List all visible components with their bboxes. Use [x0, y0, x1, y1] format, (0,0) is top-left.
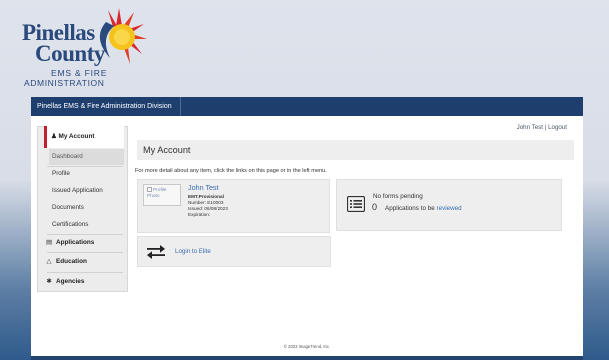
reviewed-link[interactable]: reviewed: [436, 205, 461, 212]
logo-text-ems-fire: EMS & FIRE: [51, 68, 108, 78]
pinellas-county-logo[interactable]: Pinellas County EMS & FIRE ADMINISTRATIO…: [22, 6, 162, 92]
sidebar-section-applications[interactable]: ▤ Applications: [44, 235, 124, 251]
login-to-elite-card[interactable]: Login to Elite: [137, 236, 331, 267]
gear-icon: ✱: [46, 278, 52, 285]
page-title: My Account: [137, 140, 574, 160]
logo-text-administration: ADMINISTRATION: [24, 78, 105, 88]
footer-copyright: © 2023 ImageTrend, Inc.: [283, 344, 331, 349]
main-panel: Pinellas EMS & Fire Administration Divis…: [31, 97, 583, 356]
sidebar-divider: [47, 252, 123, 253]
division-title[interactable]: Pinellas EMS & Fire Administration Divis…: [31, 97, 181, 116]
forms-card: No forms pending 0 Applications to be re…: [336, 179, 562, 231]
applications-review-text: Applications to be reviewed: [385, 205, 462, 212]
left-menu: ♟ My Account Dashboard Profile Issued Ap…: [37, 126, 128, 292]
forms-status: No forms pending: [373, 193, 423, 200]
sidebar-section-education[interactable]: △ Education: [44, 254, 124, 270]
sidebar-item-documents[interactable]: Documents: [49, 200, 124, 216]
applications-review-prefix: Applications to be: [385, 205, 435, 212]
sidebar-section-label: Agencies: [56, 278, 85, 285]
list-icon: [347, 196, 365, 212]
file-icon: ▤: [45, 239, 53, 246]
sidebar-section-label: Applications: [56, 239, 95, 246]
sidebar-header-label: My Account: [58, 133, 95, 140]
user-icon: ♟: [51, 133, 57, 140]
top-nav-bar: Pinellas EMS & Fire Administration Divis…: [31, 97, 583, 116]
sidebar-section-label: Education: [56, 258, 87, 265]
user-name-link[interactable]: John Test: [517, 124, 543, 131]
intro-text: For more detail about any item, click th…: [135, 168, 327, 174]
user-links-separator: |: [544, 124, 547, 131]
user-links: John Test | Logout: [517, 124, 567, 131]
sidebar-item-profile[interactable]: Profile: [49, 166, 124, 182]
login-to-elite-label: Login to Elite: [175, 248, 211, 255]
sidebar-section-agencies[interactable]: ✱ Agencies: [44, 274, 124, 290]
pending-count: 0: [372, 202, 378, 212]
sidebar-divider: [47, 272, 123, 273]
sidebar-item-dashboard[interactable]: Dashboard: [49, 149, 124, 165]
bottom-border: [31, 356, 583, 360]
graduation-cap-icon: △: [46, 258, 52, 265]
sidebar-header-my-account[interactable]: ♟ My Account: [44, 126, 124, 148]
profile-photo: Profile Photo: [143, 184, 181, 206]
profile-card: Profile Photo John Test EMT.Provisional …: [137, 179, 330, 233]
expiration-date: Expiration:: [188, 212, 211, 217]
broken-image-icon: [147, 187, 152, 192]
profile-name-link[interactable]: John Test: [188, 183, 219, 192]
site-header: Pinellas County EMS & FIRE ADMINISTRATIO…: [0, 0, 609, 98]
logout-link[interactable]: Logout: [548, 124, 567, 131]
sidebar-item-certifications[interactable]: Certifications: [49, 217, 124, 233]
exchange-arrows-icon: [147, 245, 165, 259]
logo-text-county: County: [35, 41, 105, 66]
sidebar-item-issued-application[interactable]: Issued Application: [49, 183, 124, 199]
